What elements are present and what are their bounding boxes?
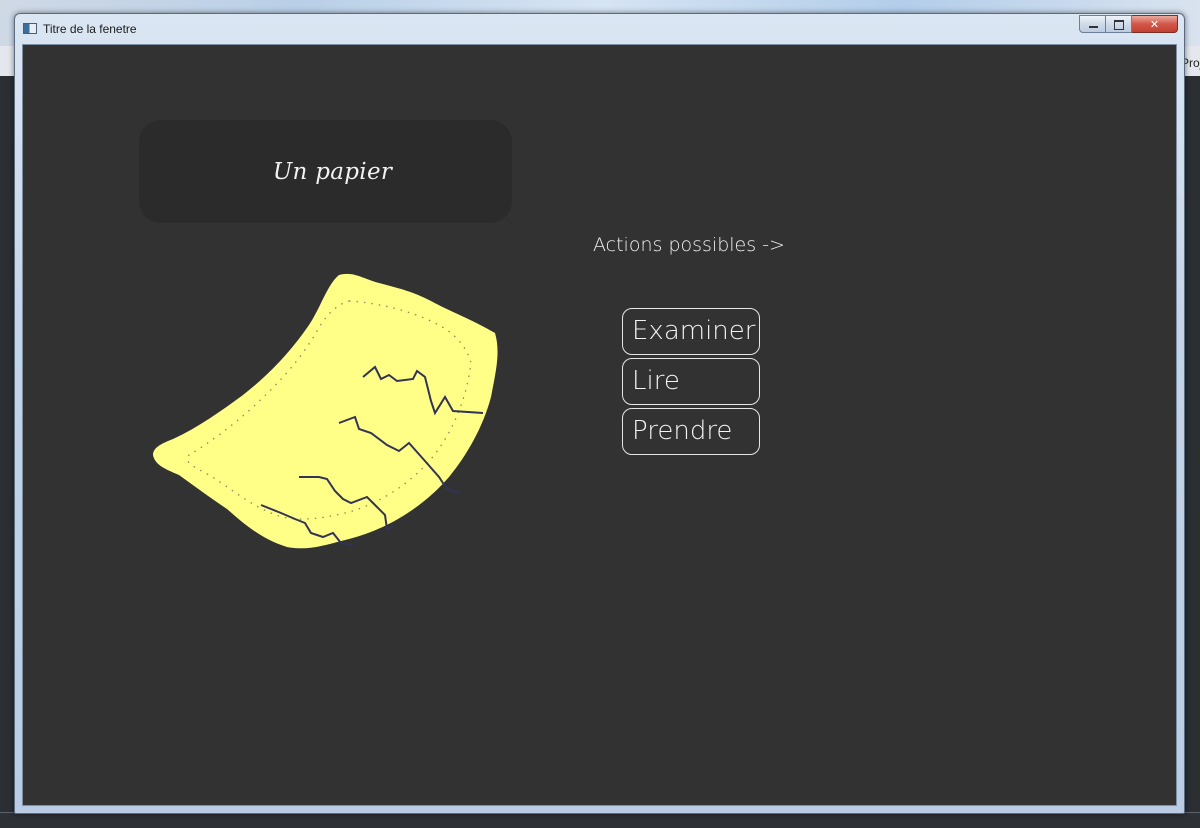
read-button[interactable]: Lire xyxy=(622,358,760,405)
item-name-panel: Un papier xyxy=(139,120,512,223)
window-title: Titre de la fenetre xyxy=(43,22,137,36)
minimize-button[interactable] xyxy=(1079,15,1106,33)
title-bar[interactable]: Titre de la fenetre xyxy=(15,14,1184,44)
paper-sheet xyxy=(153,273,498,549)
desktop: Proj Titre de la fenetre Un papier xyxy=(0,0,1200,828)
maximize-button[interactable] xyxy=(1106,15,1132,33)
action-list: Examiner Lire Prendre xyxy=(622,308,761,458)
item-name: Un papier xyxy=(272,158,393,185)
app-window: Titre de la fenetre Un papier xyxy=(14,13,1185,814)
close-button[interactable] xyxy=(1132,15,1178,33)
app-window-icon[interactable] xyxy=(23,23,37,34)
take-button[interactable]: Prendre xyxy=(622,408,760,455)
paper-illustration xyxy=(153,273,498,549)
caption-buttons xyxy=(1079,15,1178,34)
examine-button[interactable]: Examiner xyxy=(622,308,760,355)
taskbar-edge xyxy=(0,812,1200,828)
actions-label: Actions possibles -> xyxy=(593,234,785,256)
game-view: Un papier Actions possibles -> Examiner … xyxy=(22,44,1177,806)
